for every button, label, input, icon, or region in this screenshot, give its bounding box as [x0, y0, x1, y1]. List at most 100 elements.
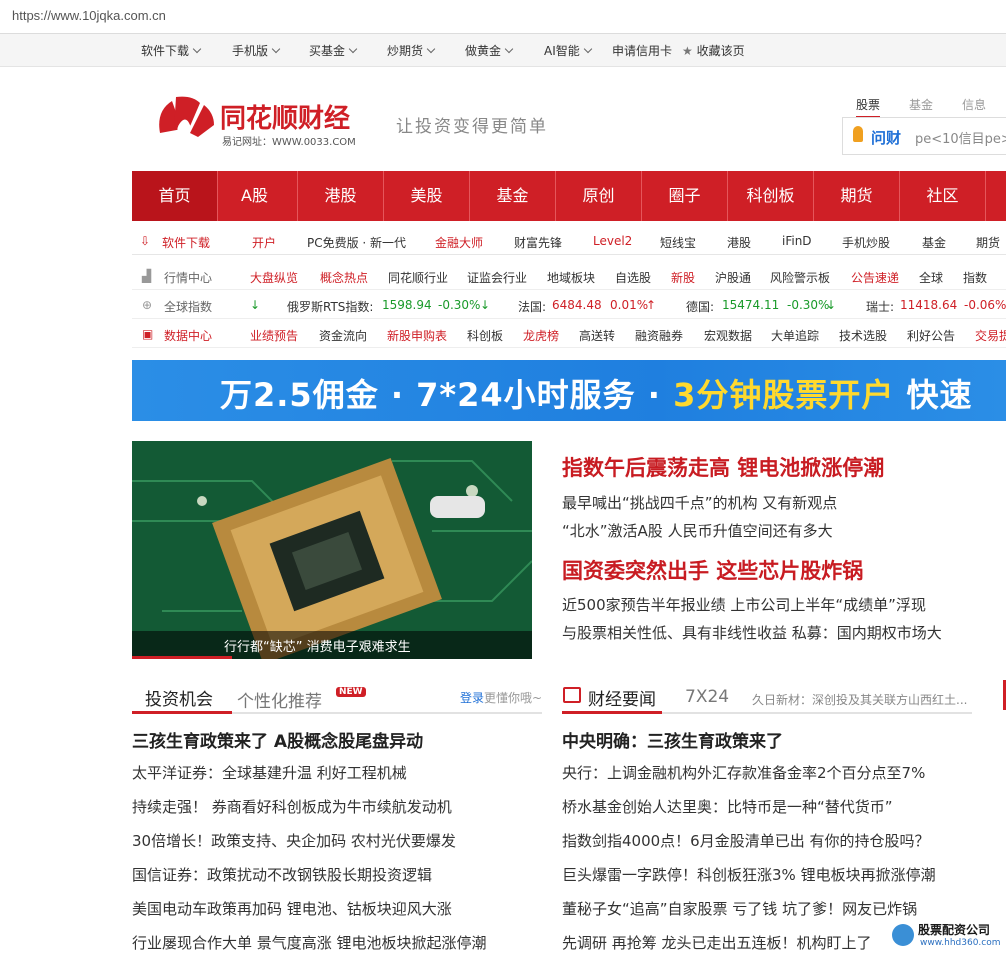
data-item[interactable]: 利好公告: [907, 327, 955, 344]
software-item[interactable]: 手机炒股: [842, 234, 890, 251]
software-item[interactable]: 基金: [922, 234, 946, 251]
topnav-fund[interactable]: 买基金: [309, 42, 358, 59]
site-logo[interactable]: 同花顺财经 易记网址：WWW.0033.COM: [150, 93, 390, 149]
list-item[interactable]: 董秘子女“追高”自家股票 亏了钱 坑了爹！网友已炸锅: [562, 898, 917, 919]
quote-item[interactable]: 风险警示板: [770, 269, 830, 286]
nav-us-stocks[interactable]: 美股: [384, 171, 470, 221]
data-item[interactable]: 技术选股: [839, 327, 887, 344]
list-item[interactable]: 行业屡现合作大单 景气度高涨 锂电池板块掀起涨停潮: [132, 932, 487, 953]
hero-image[interactable]: 行行都“缺芯” 消费电子艰难求生: [132, 441, 532, 659]
headline-title[interactable]: 指数午后震荡走高 锂电池掀涨停潮: [562, 452, 884, 482]
list-item[interactable]: 30倍增长！政策支持、央企加码 农村光伏要爆发: [132, 830, 456, 851]
topnav-credit-card[interactable]: 申请信用卡: [612, 42, 672, 59]
index-name[interactable]: 法国:: [518, 298, 546, 315]
nav-futures[interactable]: 期货: [814, 171, 900, 221]
quote-item[interactable]: 沪股通: [715, 269, 751, 286]
tab-investment-opportunity[interactable]: 投资机会: [145, 685, 213, 710]
list-item[interactable]: 美国电动车政策再加码 锂电池、钴板块迎风大涨: [132, 898, 452, 919]
data-item[interactable]: 融资融券: [635, 327, 683, 344]
index-value: 11418.64: [900, 298, 958, 312]
headline-subline[interactable]: 近500家预告半年报业绩 上市公司上半年“成绩单”浮现: [562, 594, 926, 615]
login-link[interactable]: 登录: [460, 691, 484, 705]
logo-subtext: 易记网址：WWW.0033.COM: [222, 137, 356, 148]
top-story[interactable]: 中央明确：三孩生育政策来了: [562, 727, 783, 752]
topnav-ai[interactable]: AI智能: [544, 42, 592, 59]
index-name[interactable]: 德国:: [686, 298, 714, 315]
data-item[interactable]: 业绩预告: [250, 327, 298, 344]
list-item[interactable]: 央行：上调金融机构外汇存款准备金率2个百分点至7%: [562, 762, 925, 783]
up-arrow-icon: ↑: [646, 298, 657, 312]
software-item[interactable]: 金融大师: [435, 234, 483, 251]
software-item[interactable]: PC免费版 · 新一代: [307, 234, 406, 251]
headline-subline[interactable]: “北水”激活A股 人民币升值空间还有多大: [562, 520, 833, 541]
software-item[interactable]: Level2: [593, 234, 632, 248]
nav-home[interactable]: 首页: [132, 171, 218, 221]
list-item[interactable]: 先调研 再抢筹 龙头已走出五连板！机构盯上了: [562, 932, 872, 953]
quote-item[interactable]: 自选股: [615, 269, 651, 286]
quote-item[interactable]: 大盘纵览: [250, 269, 298, 286]
list-item[interactable]: 巨头爆雷一字跌停！科创板狂涨3% 锂电板块再掀涨停潮: [562, 864, 936, 885]
nav-circle[interactable]: 圈子: [642, 171, 728, 221]
nav-a-shares[interactable]: A股: [212, 171, 298, 221]
data-item[interactable]: 高送转: [579, 327, 615, 344]
software-item[interactable]: iFinD: [782, 234, 812, 248]
topnav-bookmark[interactable]: ★ 收藏该页: [682, 42, 745, 59]
headline-subline[interactable]: 与股票相关性低、具有非线性收益 私募：国内期权市场大: [562, 622, 942, 643]
news-icon: [563, 687, 581, 703]
topnav-futures[interactable]: 炒期货: [387, 42, 436, 59]
quote-item[interactable]: 证监会行业: [467, 269, 527, 286]
nav-hk-stocks[interactable]: 港股: [298, 171, 384, 221]
index-name[interactable]: 俄罗斯RTS指数:: [287, 298, 373, 315]
search-tab-stock[interactable]: 股票: [856, 96, 881, 118]
news-ticker[interactable]: 久日新材：深创投及其关联方山西红土...: [752, 691, 967, 708]
headline-title[interactable]: 国资委突然出手 这些芯片股炸锅: [562, 555, 863, 585]
chevron-down-icon: [504, 44, 514, 54]
data-item[interactable]: 龙虎榜: [523, 327, 559, 344]
search-tab-fund[interactable]: 基金: [909, 96, 933, 113]
nav-star-market[interactable]: 科创板: [728, 171, 814, 221]
chip-illustration: [132, 441, 532, 659]
list-item[interactable]: 指数剑指4000点！6月金股清单已出 有你的持仓股吗？: [562, 830, 930, 851]
topnav-mobile[interactable]: 手机版: [232, 42, 281, 59]
list-item[interactable]: 持续走强！ 券商看好科创板成为牛市续航发动机: [132, 796, 452, 817]
software-item[interactable]: 财富先锋: [514, 234, 562, 251]
software-item[interactable]: 期货: [976, 234, 1000, 251]
data-item[interactable]: 大单追踪: [771, 327, 819, 344]
headline-subline[interactable]: 最早喊出“挑战四千点”的机构 又有新观点: [562, 492, 837, 513]
tab-personalized[interactable]: 个性化推荐: [237, 687, 322, 712]
search-box[interactable]: 问财 pe<10信目pe>: [842, 117, 1006, 155]
chart-icon: ▟: [142, 269, 152, 283]
search-tab-info[interactable]: 信息: [962, 96, 986, 113]
data-item[interactable]: 科创板: [467, 327, 503, 344]
tab-financial-news[interactable]: 财经要闻: [588, 685, 656, 710]
search-input[interactable]: pe<10信目pe>: [915, 128, 1006, 147]
quote-item[interactable]: 概念热点: [320, 269, 368, 286]
quote-item[interactable]: 同花顺行业: [388, 269, 448, 286]
topnav-software[interactable]: 软件下载: [141, 42, 202, 59]
data-item[interactable]: 交易提: [975, 327, 1006, 344]
data-item[interactable]: 新股申购表: [387, 327, 447, 344]
quote-item[interactable]: 公告速递: [851, 269, 899, 286]
list-item[interactable]: 国信证券：政策扰动不改钢铁股长期投资逻辑: [132, 864, 432, 885]
data-item[interactable]: 宏观数据: [704, 327, 752, 344]
nav-original[interactable]: 原创: [556, 171, 642, 221]
global-row-label: 全球指数: [164, 300, 213, 314]
software-item[interactable]: 开户: [252, 234, 276, 251]
nav-community[interactable]: 社区: [900, 171, 986, 221]
quote-item[interactable]: 地域板块: [547, 269, 595, 286]
software-item[interactable]: 短线宝: [660, 234, 696, 251]
top-story[interactable]: 三孩生育政策来了 A股概念股尾盘异动: [132, 727, 423, 752]
quote-item[interactable]: 指数: [963, 269, 987, 286]
quote-item[interactable]: 全球: [919, 269, 943, 286]
address-bar[interactable]: https://www.10jqka.com.cn: [0, 0, 1006, 34]
list-item[interactable]: 太平洋证券：全球基建升温 利好工程机械: [132, 762, 407, 783]
account-opening-banner[interactable]: 万2.5佣金 · 7*24小时服务 · 3分钟股票开户 快速: [132, 360, 1006, 421]
data-item[interactable]: 资金流向: [319, 327, 367, 344]
nav-funds[interactable]: 基金: [470, 171, 556, 221]
software-item[interactable]: 港股: [727, 234, 751, 251]
quote-item[interactable]: 新股: [671, 269, 695, 286]
tab-7x24[interactable]: 7X24: [685, 687, 729, 707]
list-item[interactable]: 桥水基金创始人达里奥：比特币是一种“替代货币”: [562, 796, 893, 817]
index-name[interactable]: 瑞士:: [866, 298, 894, 315]
topnav-gold[interactable]: 做黄金: [465, 42, 514, 59]
